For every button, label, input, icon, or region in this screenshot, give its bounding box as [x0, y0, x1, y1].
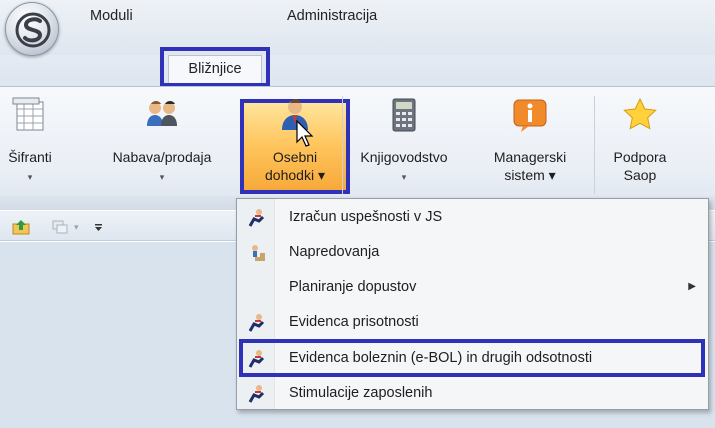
menu-item-label: Izračun uspešnosti v JS: [289, 209, 443, 225]
podpora-label-2: Saop: [623, 167, 657, 183]
sifranti-button[interactable]: Šifranti ▾: [0, 92, 60, 196]
menu-item-planiranje-dopustov[interactable]: Planiranje dopustov ▶: [237, 270, 708, 304]
menu-item-label: Planiranje dopustov: [289, 279, 417, 295]
menu-item-label: Evidenca prisotnosti: [289, 314, 419, 330]
saop-logo-icon: [15, 12, 51, 48]
podpora-saop-button[interactable]: Podpora Saop: [600, 92, 680, 196]
menu-item-izracun-uspesnosti[interactable]: Izračun uspešnosti v JS: [237, 200, 708, 234]
application-menu-button[interactable]: [5, 2, 59, 56]
osebni-label-2: dohodki ▾: [265, 167, 325, 183]
star-icon: [623, 97, 657, 130]
ribbon-separator: [594, 96, 595, 194]
evidenca-boleznin-highlight: [239, 339, 705, 377]
knjigovodstvo-button[interactable]: Knjigovodstvo ▾: [344, 92, 464, 196]
osebni-label-1: Osebni: [272, 149, 318, 165]
menu-item-stimulacije-zaposlenih[interactable]: Stimulacije zaposlenih: [237, 376, 708, 410]
menu-item-label: Stimulacije zaposlenih: [289, 385, 433, 401]
nabava-prodaja-label: Nabava/prodaja: [112, 149, 212, 165]
windows-icon[interactable]: [52, 219, 68, 235]
nabava-caret: ▾: [159, 172, 165, 182]
ribbon-tab-row: [0, 55, 715, 86]
managerski-sistem-button[interactable]: Managerski sistem ▾: [476, 92, 584, 196]
sifranti-label: Šifranti: [8, 149, 52, 165]
sifranti-caret: ▾: [27, 172, 33, 182]
running-person-icon: [248, 385, 265, 403]
people-icon: [147, 101, 177, 126]
tab-bliznjice[interactable]: Bližnjice: [160, 47, 270, 87]
podpora-label-1: Podpora: [613, 149, 667, 165]
osebni-dohodki-button[interactable]: Osebni dohodki ▾: [240, 92, 350, 196]
calculator-icon: [392, 98, 416, 132]
managerski-label-1: Managerski: [493, 149, 567, 165]
knjigovodstvo-label: Knjigovodstvo: [360, 149, 448, 165]
submenu-arrow-icon: ▶: [688, 281, 696, 292]
nabava-prodaja-button[interactable]: Nabava/prodaja ▾: [90, 92, 234, 196]
table-grid-icon: [12, 97, 44, 131]
upload-folder-icon[interactable]: [12, 219, 32, 235]
info-icon: [513, 99, 547, 132]
mouse-pointer-icon: [296, 120, 314, 147]
tab-bliznjice-label: Bližnjice: [168, 55, 262, 83]
running-person-icon: [248, 314, 265, 332]
windows-caret[interactable]: ▾: [74, 222, 79, 233]
tab-administracija[interactable]: Administracija: [287, 3, 377, 30]
menu-item-napredovanja[interactable]: Napredovanja: [237, 235, 708, 269]
knjigovodstvo-caret: ▾: [401, 172, 407, 182]
customize-toolbar-icon[interactable]: [94, 222, 104, 232]
running-person-icon: [248, 209, 265, 227]
menu-item-evidenca-prisotnosti[interactable]: Evidenca prisotnosti: [237, 305, 708, 339]
ribbon-separator: [342, 96, 343, 194]
menu-item-label: Napredovanja: [289, 244, 380, 260]
tab-moduli[interactable]: Moduli: [90, 3, 133, 30]
stairs-person-icon: [249, 245, 265, 261]
managerski-label-2: sistem ▾: [504, 167, 556, 183]
